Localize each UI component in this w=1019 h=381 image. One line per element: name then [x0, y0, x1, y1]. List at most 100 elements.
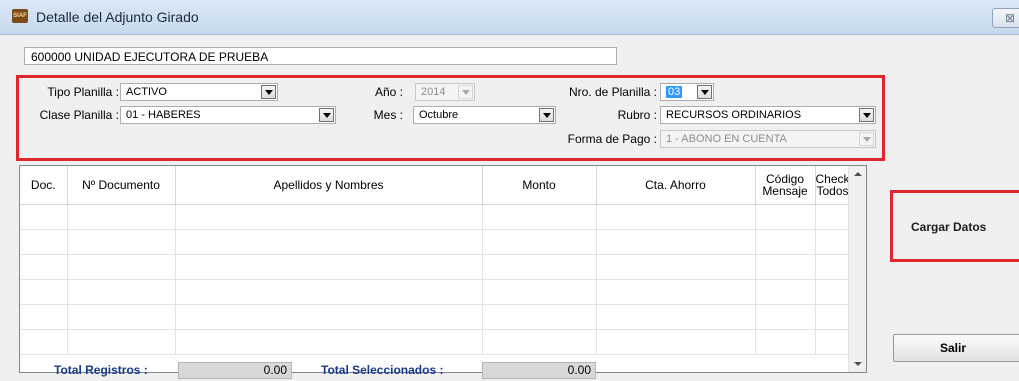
table-cell[interactable]	[815, 254, 851, 280]
table-cell[interactable]	[175, 329, 483, 355]
table-cell[interactable]	[815, 329, 851, 355]
col-header-cta-ahorro[interactable]: Cta. Ahorro	[596, 166, 756, 205]
table-cell[interactable]	[20, 279, 68, 305]
col-header-monto[interactable]: Monto	[482, 166, 597, 205]
chevron-down-icon	[859, 132, 874, 146]
col-header-check-todos[interactable]: Check Todos	[815, 166, 851, 205]
grid-vertical-scrollbar[interactable]	[848, 166, 866, 372]
total-seleccionados-value: 0.00	[482, 362, 596, 379]
table-row[interactable]	[20, 304, 851, 330]
title-bar: SIAF Detalle del Adjunto Girado ⊠	[0, 0, 1019, 35]
chevron-down-icon[interactable]	[319, 108, 334, 122]
unidad-ejecutora-field: 600000 UNIDAD EJECUTORA DE PRUEBA	[24, 47, 617, 65]
table-row[interactable]	[20, 229, 851, 255]
table-cell[interactable]	[175, 279, 483, 305]
window-client: 600000 UNIDAD EJECUTORA DE PRUEBA Tipo P…	[0, 35, 1019, 381]
table-cell[interactable]	[755, 229, 816, 255]
chevron-down-icon[interactable]	[697, 85, 712, 99]
table-cell[interactable]	[596, 304, 756, 330]
mes-value: Octubre	[419, 109, 459, 121]
table-cell[interactable]	[67, 329, 176, 355]
tipo-planilla-label: Tipo Planilla :	[47, 85, 119, 99]
table-row[interactable]	[20, 329, 851, 355]
table-cell[interactable]	[67, 229, 176, 255]
table-cell[interactable]	[596, 229, 756, 255]
detalle-grid[interactable]: Doc. Nº Documento Apellidos y Nombres Mo…	[19, 165, 867, 373]
col-header-doc[interactable]: Doc.	[20, 166, 68, 205]
clase-planilla-select[interactable]: 01 - HABERES	[120, 106, 336, 124]
mes-select[interactable]: Octubre	[413, 106, 556, 124]
close-icon[interactable]: ⊠	[992, 8, 1019, 28]
table-cell[interactable]	[596, 254, 756, 280]
table-cell[interactable]	[755, 279, 816, 305]
table-cell[interactable]	[482, 329, 597, 355]
clase-planilla-value: 01 - HABERES	[126, 109, 201, 121]
rubro-label: Rubro :	[617, 108, 657, 122]
table-cell[interactable]	[482, 254, 597, 280]
table-cell[interactable]	[755, 304, 816, 330]
table-cell[interactable]	[20, 254, 68, 280]
scroll-down-icon[interactable]	[849, 355, 866, 372]
table-cell[interactable]	[755, 254, 816, 280]
scroll-up-icon[interactable]	[849, 166, 866, 183]
tipo-planilla-value: ACTIVO	[126, 86, 167, 98]
table-cell[interactable]	[175, 229, 483, 255]
total-seleccionados-label: Total Seleccionados :	[321, 363, 444, 377]
rubro-select[interactable]: RECURSOS ORDINARIOS	[660, 106, 876, 124]
forma-pago-select: 1 - ABONO EN CUENTA	[660, 130, 876, 148]
window-title: Detalle del Adjunto Girado	[36, 9, 199, 25]
table-cell[interactable]	[482, 229, 597, 255]
table-cell[interactable]	[815, 229, 851, 255]
table-row[interactable]	[20, 254, 851, 280]
anio-label: Año :	[374, 85, 403, 99]
table-cell[interactable]	[67, 304, 176, 330]
table-cell[interactable]	[815, 304, 851, 330]
table-cell[interactable]	[815, 204, 851, 230]
forma-pago-value: 1 - ABONO EN CUENTA	[666, 133, 787, 145]
col-header-check-line2: Todos	[816, 184, 849, 198]
table-cell[interactable]	[67, 254, 176, 280]
table-cell[interactable]	[755, 204, 816, 230]
col-header-apellidos-nombres[interactable]: Apellidos y Nombres	[175, 166, 483, 205]
col-header-nro-documento[interactable]: Nº Documento	[67, 166, 176, 205]
grid-header-row: Doc. Nº Documento Apellidos y Nombres Mo…	[20, 166, 851, 205]
siaf-app-icon: SIAF	[12, 9, 28, 23]
grid-body	[20, 204, 851, 355]
table-cell[interactable]	[20, 229, 68, 255]
table-cell[interactable]	[20, 329, 68, 355]
table-cell[interactable]	[815, 279, 851, 305]
clase-planilla-label: Clase Planilla :	[39, 108, 119, 122]
total-registros-value: 0.00	[178, 362, 292, 379]
chevron-down-icon[interactable]	[261, 85, 276, 99]
table-cell[interactable]	[175, 254, 483, 280]
table-cell[interactable]	[596, 279, 756, 305]
mes-label: Mes :	[373, 108, 403, 122]
rubro-value: RECURSOS ORDINARIOS	[666, 109, 802, 121]
table-cell[interactable]	[67, 279, 176, 305]
nro-planilla-value: 03	[666, 86, 683, 98]
table-cell[interactable]	[482, 304, 597, 330]
chevron-down-icon	[458, 85, 473, 99]
table-row[interactable]	[20, 204, 851, 230]
table-cell[interactable]	[596, 329, 756, 355]
salir-button[interactable]: Salir	[893, 334, 1019, 362]
table-cell[interactable]	[596, 204, 756, 230]
filter-panel: Tipo Planilla : ACTIVO Año : 2014 Nro. d…	[16, 75, 885, 161]
anio-select: 2014	[415, 83, 475, 101]
tipo-planilla-select[interactable]: ACTIVO	[120, 83, 278, 101]
table-cell[interactable]	[20, 304, 68, 330]
chevron-down-icon[interactable]	[859, 108, 874, 122]
table-cell[interactable]	[175, 304, 483, 330]
table-cell[interactable]	[482, 204, 597, 230]
table-row[interactable]	[20, 279, 851, 305]
nro-planilla-label: Nro. de Planilla :	[568, 85, 657, 99]
table-cell[interactable]	[175, 204, 483, 230]
cargar-datos-button[interactable]: Cargar Datos	[890, 190, 1019, 262]
table-cell[interactable]	[482, 279, 597, 305]
table-cell[interactable]	[67, 204, 176, 230]
grid-table: Doc. Nº Documento Apellidos y Nombres Mo…	[20, 166, 851, 355]
col-header-codigo-mensaje[interactable]: Código Mensaje	[755, 166, 816, 205]
table-cell[interactable]	[20, 204, 68, 230]
table-cell[interactable]	[755, 329, 816, 355]
nro-planilla-select[interactable]: 03	[660, 83, 714, 101]
